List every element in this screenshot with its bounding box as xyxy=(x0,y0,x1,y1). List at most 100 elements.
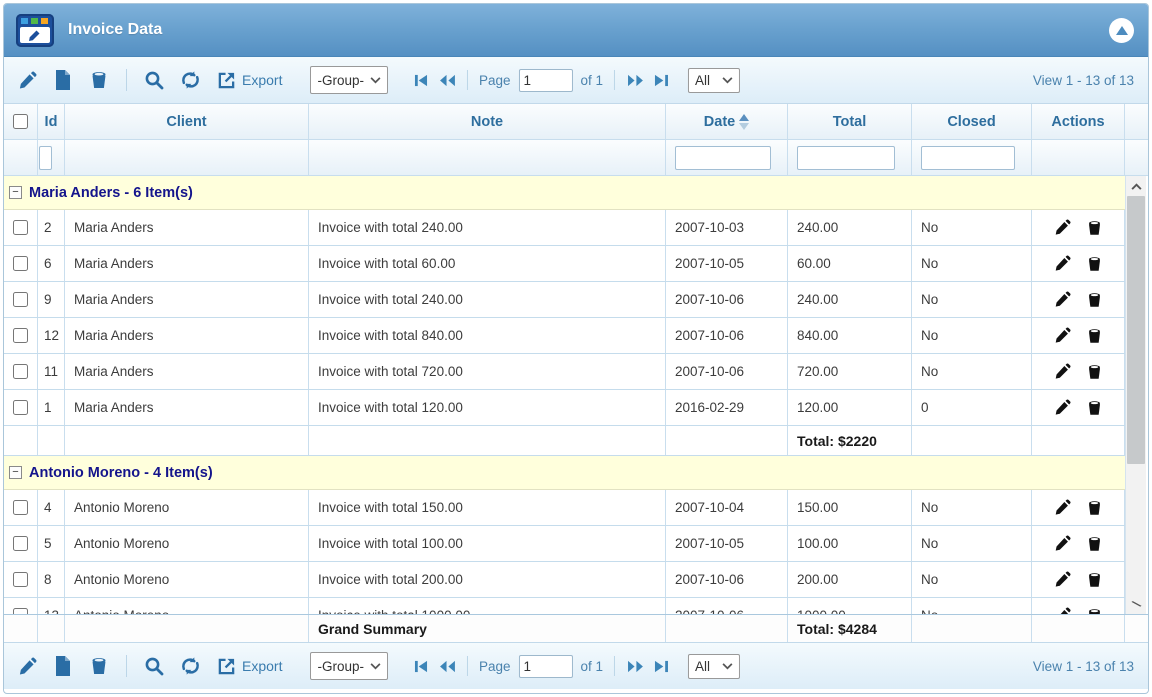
rows-per-page-select[interactable]: All xyxy=(688,654,740,679)
row-delete-trash-icon[interactable] xyxy=(1086,535,1103,552)
row-edit-pencil-icon[interactable] xyxy=(1054,499,1071,516)
row-checkbox[interactable] xyxy=(13,328,28,343)
collapse-grid-button[interactable] xyxy=(1109,18,1134,43)
export-icon xyxy=(215,655,237,677)
add-document-icon[interactable] xyxy=(52,69,74,91)
cell-total: 150.00 xyxy=(788,490,912,525)
row-checkbox[interactable] xyxy=(13,364,28,379)
cell-client: Maria Anders xyxy=(65,210,309,245)
row-edit-pencil-icon[interactable] xyxy=(1054,255,1071,272)
table-row[interactable]: 6 Maria Anders Invoice with total 60.00 … xyxy=(4,246,1125,282)
table-row[interactable]: 13 Antonio Moreno Invoice with total 100… xyxy=(4,598,1125,614)
first-page-button[interactable] xyxy=(412,72,430,88)
group-select[interactable]: -Group- xyxy=(310,66,388,94)
page-number-input[interactable] xyxy=(519,69,573,92)
row-edit-pencil-icon[interactable] xyxy=(1054,535,1071,552)
row-check-cell xyxy=(4,210,38,245)
row-checkbox[interactable] xyxy=(13,220,28,235)
scrollbar-thumb[interactable] xyxy=(1127,196,1145,464)
edit-pencil-icon[interactable] xyxy=(16,69,38,91)
column-header-actions[interactable]: Actions xyxy=(1032,104,1125,139)
collapse-group-icon[interactable]: − xyxy=(9,186,22,199)
table-row[interactable]: 4 Antonio Moreno Invoice with total 150.… xyxy=(4,490,1125,526)
row-checkbox[interactable] xyxy=(13,256,28,271)
table-row[interactable]: 2 Maria Anders Invoice with total 240.00… xyxy=(4,210,1125,246)
row-delete-trash-icon[interactable] xyxy=(1086,327,1103,344)
filter-input-id[interactable] xyxy=(39,146,52,170)
column-header-total[interactable]: Total xyxy=(788,104,912,139)
cell-client: Maria Anders xyxy=(65,390,309,425)
refresh-icon[interactable] xyxy=(179,655,201,677)
table-row[interactable]: 1 Maria Anders Invoice with total 120.00… xyxy=(4,390,1125,426)
row-edit-pencil-icon[interactable] xyxy=(1054,219,1071,236)
column-header-note[interactable]: Note xyxy=(309,104,666,139)
column-header-id[interactable]: Id xyxy=(38,104,65,139)
chevron-up-icon xyxy=(1131,183,1142,190)
cell-closed: No xyxy=(912,354,1032,389)
row-checkbox[interactable] xyxy=(13,536,28,551)
cell-id: 2 xyxy=(38,210,65,245)
last-page-button[interactable] xyxy=(652,658,670,674)
scrollbar-up-button[interactable] xyxy=(1126,176,1146,196)
row-checkbox[interactable] xyxy=(13,500,28,515)
cell-total: 200.00 xyxy=(788,562,912,597)
row-edit-pencil-icon[interactable] xyxy=(1054,327,1071,344)
export-button[interactable]: Export xyxy=(215,655,282,677)
cell-client: Antonio Moreno xyxy=(65,562,309,597)
row-delete-trash-icon[interactable] xyxy=(1086,571,1103,588)
search-icon[interactable] xyxy=(143,69,165,91)
prev-page-button[interactable] xyxy=(438,658,456,674)
filter-input-date[interactable] xyxy=(675,146,771,170)
row-edit-pencil-icon[interactable] xyxy=(1054,363,1071,380)
add-document-icon[interactable] xyxy=(52,655,74,677)
row-checkbox[interactable] xyxy=(13,572,28,587)
edit-pencil-icon[interactable] xyxy=(16,655,38,677)
collapse-group-icon[interactable]: − xyxy=(9,466,22,479)
select-all-checkbox[interactable] xyxy=(13,114,28,129)
group-select[interactable]: -Group- xyxy=(310,652,388,680)
row-edit-pencil-icon[interactable] xyxy=(1054,607,1071,614)
prev-page-button[interactable] xyxy=(438,72,456,88)
row-edit-pencil-icon[interactable] xyxy=(1054,571,1071,588)
export-button[interactable]: Export xyxy=(215,69,282,91)
row-checkbox[interactable] xyxy=(13,292,28,307)
summary-cell-closed xyxy=(912,426,1032,455)
rows-per-page-select[interactable]: All xyxy=(688,68,740,93)
row-edit-pencil-icon[interactable] xyxy=(1054,291,1071,308)
cell-closed: No xyxy=(912,562,1032,597)
column-header-date[interactable]: Date xyxy=(666,104,788,139)
page-number-input[interactable] xyxy=(519,655,573,678)
row-delete-trash-icon[interactable] xyxy=(1086,291,1103,308)
search-icon[interactable] xyxy=(143,655,165,677)
page-label: Page xyxy=(479,73,511,88)
delete-trash-icon[interactable] xyxy=(88,69,110,91)
last-page-button[interactable] xyxy=(652,72,670,88)
table-row[interactable]: 5 Antonio Moreno Invoice with total 100.… xyxy=(4,526,1125,562)
first-page-button[interactable] xyxy=(412,658,430,674)
vertical-scrollbar[interactable] xyxy=(1125,176,1146,614)
delete-trash-icon[interactable] xyxy=(88,655,110,677)
filter-input-total[interactable] xyxy=(797,146,895,170)
row-delete-trash-icon[interactable] xyxy=(1086,255,1103,272)
column-header-client[interactable]: Client xyxy=(65,104,309,139)
row-delete-trash-icon[interactable] xyxy=(1086,219,1103,236)
row-delete-trash-icon[interactable] xyxy=(1086,399,1103,416)
table-row[interactable]: 11 Maria Anders Invoice with total 720.0… xyxy=(4,354,1125,390)
row-check-cell xyxy=(4,318,38,353)
scrollbar-down-button[interactable] xyxy=(1126,594,1146,614)
row-edit-pencil-icon[interactable] xyxy=(1054,399,1071,416)
row-checkbox[interactable] xyxy=(13,400,28,415)
row-delete-trash-icon[interactable] xyxy=(1086,499,1103,516)
summary-cell-actions xyxy=(1032,426,1125,455)
table-row[interactable]: 12 Maria Anders Invoice with total 840.0… xyxy=(4,318,1125,354)
row-checkbox[interactable] xyxy=(13,608,28,614)
filter-input-closed[interactable] xyxy=(921,146,1015,170)
next-page-button[interactable] xyxy=(626,658,644,674)
row-delete-trash-icon[interactable] xyxy=(1086,363,1103,380)
table-row[interactable]: 9 Maria Anders Invoice with total 240.00… xyxy=(4,282,1125,318)
table-row[interactable]: 8 Antonio Moreno Invoice with total 200.… xyxy=(4,562,1125,598)
next-page-button[interactable] xyxy=(626,72,644,88)
refresh-icon[interactable] xyxy=(179,69,201,91)
column-header-closed[interactable]: Closed xyxy=(912,104,1032,139)
row-delete-trash-icon[interactable] xyxy=(1086,607,1103,614)
